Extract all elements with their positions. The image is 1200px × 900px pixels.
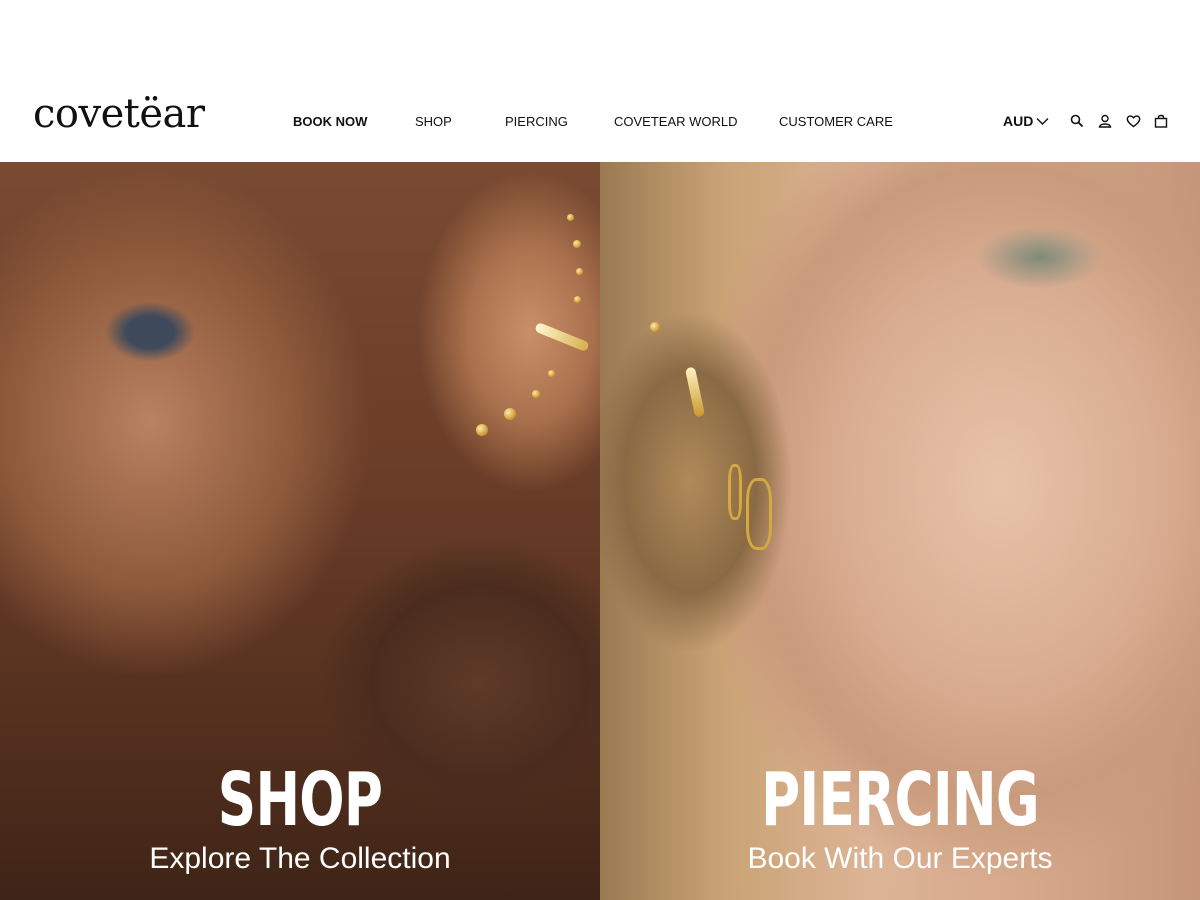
wishlist-icon[interactable] [1123,111,1143,131]
currency-selector[interactable]: AUD [1003,110,1049,132]
hero-banner: SHOP Explore The Collection PIERCING Boo… [0,162,1200,900]
piercing-panel[interactable]: PIERCING Book With Our Experts [600,162,1200,900]
cart-icon[interactable] [1151,111,1171,131]
shop-panel-subtitle: Explore The Collection [149,842,451,875]
piercing-panel-subtitle: Book With Our Experts [747,842,1053,875]
account-icon[interactable] [1095,111,1115,131]
search-icon[interactable] [1067,111,1087,131]
nav-item-shop[interactable]: SHOP [415,112,452,132]
currency-label: AUD [1003,113,1034,129]
shop-panel-title: SHOP [217,757,383,843]
nav-item-piercing[interactable]: PIERCING [505,112,568,132]
nav-item-book-now[interactable]: BOOK NOW [293,112,367,132]
site-header: covetëar BOOK NOW SHOP PIERCING COVETEAR… [0,0,1200,162]
piercing-panel-title: PIERCING [761,757,1040,843]
shop-panel[interactable]: SHOP Explore The Collection [0,162,600,900]
nav-item-customer-care[interactable]: CUSTOMER CARE [779,112,893,132]
chevron-down-icon [1036,110,1049,132]
nav-item-covetear-world[interactable]: COVETEAR WORLD [614,112,738,132]
